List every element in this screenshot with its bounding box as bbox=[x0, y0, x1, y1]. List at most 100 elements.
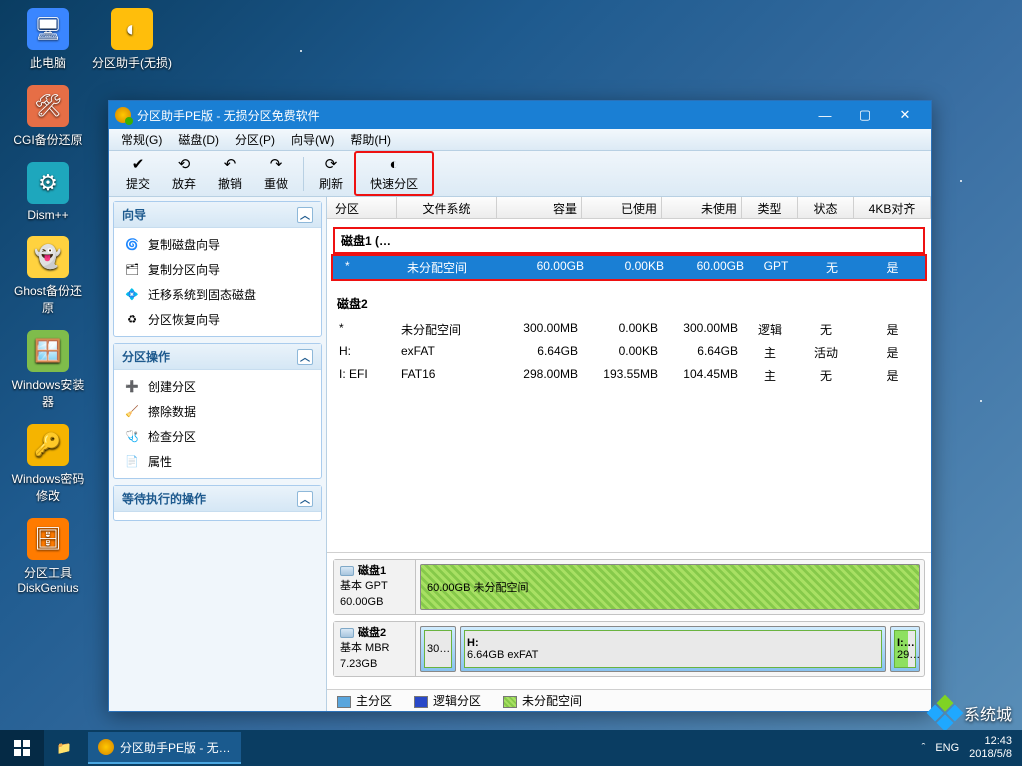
map-segment[interactable]: 30… bbox=[420, 626, 456, 672]
clock-date[interactable]: 2018/5/8 bbox=[969, 748, 1012, 761]
快速分区-icon: ◐ bbox=[385, 155, 403, 173]
panel-header[interactable]: 分区操作︿ bbox=[114, 344, 321, 370]
desktop-icon[interactable]: 🪟Windows安装器 bbox=[8, 330, 88, 410]
collapse-icon[interactable]: ︿ bbox=[297, 207, 313, 223]
titlebar[interactable]: 分区助手PE版 - 无损分区免费软件 — ▢ ✕ bbox=[109, 101, 931, 129]
input-lang[interactable]: ENG bbox=[935, 742, 959, 754]
toolbar-label: 放弃 bbox=[172, 175, 196, 192]
sidebar-item[interactable]: 🌀 复制磁盘向导 bbox=[114, 232, 321, 257]
item-icon: ♻ bbox=[124, 312, 140, 328]
taskbar: 📁 分区助手PE版 - 无… ˆ ENG 12:43 2018/5/8 bbox=[0, 730, 1022, 766]
toolbar-重做[interactable]: ↷重做 bbox=[253, 152, 299, 195]
legend-swatch bbox=[337, 696, 351, 708]
item-icon: 🌀 bbox=[124, 237, 140, 253]
desktop-icon[interactable]: 🗄分区工具DiskGenius bbox=[8, 518, 88, 595]
partition-row[interactable]: *未分配空间300.00MB0.00KB300.00MB逻辑无是 bbox=[327, 318, 931, 341]
tray-up-icon[interactable]: ˆ bbox=[922, 742, 926, 754]
sidebar-panel: 向导︿ 🌀 复制磁盘向导 🗂 复制分区向导 💠迁移系统到固态磁盘 ♻ 分区恢复向导 bbox=[113, 201, 322, 337]
legend-item: 主分区 bbox=[337, 692, 392, 709]
item-icon: ➕ bbox=[124, 379, 140, 395]
撤销-icon: ↶ bbox=[221, 155, 239, 173]
column-header[interactable]: 类型 bbox=[742, 197, 798, 218]
collapse-icon[interactable]: ︿ bbox=[297, 349, 313, 365]
collapse-icon[interactable]: ︿ bbox=[297, 491, 313, 507]
desktop-icon[interactable]: 🔑Windows密码修改 bbox=[8, 424, 88, 504]
app-icon bbox=[115, 107, 131, 123]
item-label: 复制磁盘向导 bbox=[148, 236, 220, 253]
item-label: 分区恢复向导 bbox=[148, 311, 220, 328]
menu-item[interactable]: 分区(P) bbox=[227, 129, 283, 150]
desktop-icon-label: CGI备份还原 bbox=[8, 131, 88, 148]
taskbar-app-button[interactable]: 分区助手PE版 - 无… bbox=[88, 732, 241, 764]
map-head: 磁盘2基本 MBR7.23GB bbox=[334, 622, 416, 676]
sidebar-item[interactable]: ➕创建分区 bbox=[114, 374, 321, 399]
map-segment[interactable]: 60.00GB 未分配空间 bbox=[420, 564, 920, 610]
disk-map: 磁盘1基本 GPT60.00GB60.00GB 未分配空间 bbox=[333, 559, 925, 615]
sidebar-item[interactable]: 💠迁移系统到固态磁盘 bbox=[114, 282, 321, 307]
sidebar-panel: 等待执行的操作︿ bbox=[113, 485, 322, 521]
legend: 主分区逻辑分区未分配空间 bbox=[327, 689, 931, 711]
clock-time[interactable]: 12:43 bbox=[969, 735, 1012, 748]
menu-item[interactable]: 向导(W) bbox=[283, 129, 342, 150]
map-segment[interactable]: H:6.64GB exFAT bbox=[460, 626, 886, 672]
item-label: 擦除数据 bbox=[148, 403, 196, 420]
menu-item[interactable]: 帮助(H) bbox=[342, 129, 399, 150]
sidebar-item[interactable]: ♻ 分区恢复向导 bbox=[114, 307, 321, 332]
system-tray: ˆ ENG 12:43 2018/5/8 bbox=[912, 735, 1022, 761]
toolbar-快速分区[interactable]: ◐快速分区 bbox=[354, 151, 434, 196]
close-button[interactable]: ✕ bbox=[885, 101, 925, 129]
desktop-icon[interactable]: ◐分区助手(无损) bbox=[92, 8, 172, 71]
toolbar-刷新[interactable]: ⟳刷新 bbox=[308, 152, 354, 195]
partition-row[interactable]: *未分配空间60.00GB0.00KB60.00GBGPT无是 bbox=[333, 256, 925, 279]
column-header[interactable]: 4KB对齐 bbox=[854, 197, 931, 218]
partition-row[interactable]: H:exFAT6.64GB0.00KB6.64GB主活动是 bbox=[327, 341, 931, 364]
sidebar-item[interactable]: 📄属性 bbox=[114, 449, 321, 474]
toolbar-label: 刷新 bbox=[319, 175, 343, 192]
sidebar-item[interactable]: 🗂 复制分区向导 bbox=[114, 257, 321, 282]
sidebar-item[interactable]: 🩺检查分区 bbox=[114, 424, 321, 449]
window-title: 分区助手PE版 - 无损分区免费软件 bbox=[137, 107, 320, 124]
column-header[interactable]: 文件系统 bbox=[397, 197, 497, 218]
item-icon: 🗂 bbox=[124, 262, 140, 278]
desktop-icon[interactable]: 🛠CGI备份还原 bbox=[8, 85, 88, 148]
start-button[interactable] bbox=[0, 730, 44, 766]
toolbar-label: 重做 bbox=[264, 175, 288, 192]
item-icon: 🧹 bbox=[124, 404, 140, 420]
column-header[interactable]: 未使用 bbox=[662, 197, 742, 218]
menu-item[interactable]: 常规(G) bbox=[113, 129, 170, 150]
column-header[interactable]: 已使用 bbox=[582, 197, 662, 218]
taskbar-app-label: 分区助手PE版 - 无… bbox=[120, 739, 231, 756]
desktop-icon-label: Ghost备份还原 bbox=[8, 282, 88, 316]
file-explorer-icon[interactable]: 📁 bbox=[44, 730, 84, 766]
partition-assistant-window: 分区助手PE版 - 无损分区免费软件 — ▢ ✕ 常规(G)磁盘(D)分区(P)… bbox=[108, 100, 932, 712]
desktop-icon-label: 分区助手(无损) bbox=[92, 54, 172, 71]
partition-row[interactable]: I: EFIFAT16298.00MB193.55MB104.45MB主无是 bbox=[327, 364, 931, 387]
maximize-button[interactable]: ▢ bbox=[845, 101, 885, 129]
disk-label[interactable]: 磁盘1 (… bbox=[333, 227, 925, 254]
item-label: 检查分区 bbox=[148, 428, 196, 445]
map-segment[interactable]: I:…29… bbox=[890, 626, 920, 672]
panel-header[interactable]: 等待执行的操作︿ bbox=[114, 486, 321, 512]
desktop-icon[interactable]: 🖥此电脑 bbox=[8, 8, 88, 71]
column-header[interactable]: 状态 bbox=[798, 197, 854, 218]
item-icon: 📄 bbox=[124, 454, 140, 470]
toolbar-提交[interactable]: ✔提交 bbox=[115, 152, 161, 195]
item-label: 复制分区向导 bbox=[148, 261, 220, 278]
minimize-button[interactable]: — bbox=[805, 101, 845, 129]
column-header[interactable]: 分区 bbox=[327, 197, 397, 218]
sidebar-panel: 分区操作︿ ➕创建分区 🧹 擦除数据 🩺检查分区📄属性 bbox=[113, 343, 322, 479]
column-header[interactable]: 容量 bbox=[497, 197, 582, 218]
desktop-icon-label: Windows安装器 bbox=[8, 376, 88, 410]
sidebar-item[interactable]: 🧹 擦除数据 bbox=[114, 399, 321, 424]
desktop-icon[interactable]: ⚙Dism++ bbox=[8, 162, 88, 222]
disk-map: 磁盘2基本 MBR7.23GB30…H:6.64GB exFATI:…29… bbox=[333, 621, 925, 677]
toolbar-撤销[interactable]: ↶撤销 bbox=[207, 152, 253, 195]
disk-label[interactable]: 磁盘2 bbox=[327, 291, 931, 318]
desktop-icon[interactable]: 👻Ghost备份还原 bbox=[8, 236, 88, 316]
disk-icon bbox=[340, 566, 354, 576]
menu-item[interactable]: 磁盘(D) bbox=[170, 129, 227, 150]
toolbar-放弃[interactable]: ⟲放弃 bbox=[161, 152, 207, 195]
legend-item: 未分配空间 bbox=[503, 692, 582, 709]
legend-swatch bbox=[414, 696, 428, 708]
panel-header[interactable]: 向导︿ bbox=[114, 202, 321, 228]
